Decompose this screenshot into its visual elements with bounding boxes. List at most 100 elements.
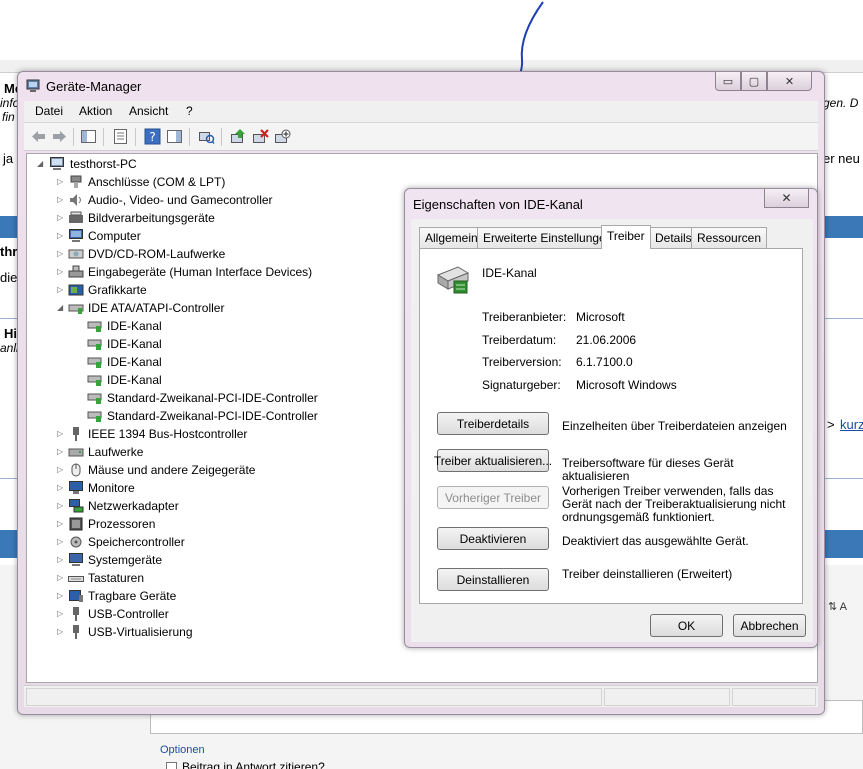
expand-arrow-icon[interactable]: ▷: [57, 605, 66, 623]
menu-ansicht[interactable]: Ansicht: [129, 104, 168, 118]
properties-dialog[interactable]: Eigenschaften von IDE-Kanal ✕ Allgemein …: [404, 188, 818, 648]
bg-text-ja: ja: [3, 151, 14, 166]
portable-device-icon: [69, 590, 83, 602]
tree-label: IDE-Kanal: [107, 355, 162, 369]
status-cell: [26, 688, 602, 706]
bg-options-legend: Optionen: [160, 744, 205, 756]
properties-icon[interactable]: [112, 128, 129, 145]
tree-label: Eingabegeräte (Human Interface Devices): [88, 265, 313, 279]
rollback-driver-button[interactable]: Vorheriger Treiber: [437, 486, 549, 509]
tree-label: Systemgeräte: [88, 553, 163, 567]
uninstall-icon[interactable]: [252, 128, 269, 145]
scan-hardware-icon[interactable]: [198, 128, 215, 145]
tree-label: Prozessoren: [88, 517, 156, 531]
collapse-arrow-icon[interactable]: ◢: [57, 299, 66, 317]
tab-allgemein[interactable]: Allgemein: [419, 227, 484, 248]
computer-icon: [50, 157, 64, 170]
ide-channel-icon: [87, 357, 102, 368]
menu-bar: Datei Aktion Ansicht ?: [24, 101, 818, 123]
forward-arrow-icon[interactable]: [51, 128, 68, 145]
dvd-drive-icon: [68, 249, 84, 259]
bg-text-thr: thr: [0, 244, 18, 259]
toolbar-separator: [103, 128, 104, 146]
uninstall-button[interactable]: Deinstallieren: [437, 568, 549, 591]
tree-label: Tragbare Geräte: [88, 589, 177, 603]
expand-arrow-icon[interactable]: ▷: [57, 173, 66, 191]
tree-label: IDE-Kanal: [107, 319, 162, 333]
expand-arrow-icon[interactable]: ▷: [57, 227, 66, 245]
digital-signer-value: Microsoft Windows: [576, 378, 677, 392]
tree-label: Monitore: [88, 481, 135, 495]
expand-arrow-icon[interactable]: ▷: [57, 515, 66, 533]
close-button[interactable]: ✕: [767, 72, 812, 91]
bg-quote-label: Beitrag in Antwort zitieren?: [182, 760, 325, 769]
disable-button[interactable]: Deaktivieren: [437, 527, 549, 550]
bg-text-right-neu: er neu: [823, 151, 860, 166]
computer-name: testhorst-PC: [70, 157, 137, 171]
mouse-icon: [71, 463, 81, 477]
bg-sort-icon[interactable]: ⇅ A: [828, 600, 847, 613]
expand-arrow-icon[interactable]: ▷: [57, 497, 66, 515]
expand-arrow-icon[interactable]: ▷: [57, 209, 66, 227]
driver-provider-label: Treiberanbieter:: [482, 310, 567, 324]
bg-quote-checkbox[interactable]: [166, 762, 177, 769]
expand-arrow-icon[interactable]: ▷: [57, 443, 66, 461]
dialog-close-button[interactable]: ✕: [764, 189, 809, 208]
driver-provider-value: Microsoft: [576, 310, 625, 324]
back-arrow-icon[interactable]: [30, 128, 47, 145]
maximize-button[interactable]: ▢: [741, 72, 767, 91]
expand-arrow-icon[interactable]: ▷: [57, 587, 66, 605]
collapse-arrow-icon[interactable]: ◢: [37, 155, 46, 173]
tree-label: Standard-Zweikanal-PCI-IDE-Controller: [107, 391, 318, 405]
expand-arrow-icon[interactable]: ▷: [57, 191, 66, 209]
tab-erweiterte-einstellungen[interactable]: Erweiterte Einstellungen: [477, 227, 619, 248]
expand-arrow-icon[interactable]: ▷: [57, 569, 66, 587]
tree-label: Standard-Zweikanal-PCI-IDE-Controller: [107, 409, 318, 423]
tab-ressourcen[interactable]: Ressourcen: [691, 227, 768, 248]
driver-tab-panel: IDE-Kanal Treiberanbieter: Microsoft Tre…: [419, 248, 803, 604]
toolbar-separator: [189, 128, 190, 146]
monitor-icon: [69, 481, 83, 494]
expand-arrow-icon[interactable]: ▷: [57, 263, 66, 281]
port-icon: [70, 175, 82, 188]
disable-device-icon[interactable]: [274, 128, 291, 145]
dialog-body: Allgemein Erweiterte Einstellungen Treib…: [411, 219, 813, 642]
expand-arrow-icon[interactable]: ▷: [57, 533, 66, 551]
driver-details-button[interactable]: Treiberdetails: [437, 412, 549, 435]
tree-label: IDE-Kanal: [107, 373, 162, 387]
action-pane-icon[interactable]: [166, 128, 183, 145]
minimize-button[interactable]: ▭: [715, 72, 741, 91]
toolbar: ?: [24, 123, 818, 151]
driver-version-value: 6.1.7100.0: [576, 355, 633, 369]
ide-channel-icon: [87, 393, 102, 404]
expand-arrow-icon[interactable]: ▷: [57, 551, 66, 569]
scanner-icon: [69, 211, 83, 223]
update-driver-icon[interactable]: [230, 128, 247, 145]
tab-treiber[interactable]: Treiber: [601, 225, 651, 249]
tree-label: Speichercontroller: [88, 535, 185, 549]
expand-arrow-icon[interactable]: ▷: [57, 461, 66, 479]
show-hide-tree-icon[interactable]: [80, 128, 97, 145]
toolbar-separator: [135, 128, 136, 146]
menu-datei[interactable]: Datei: [35, 104, 63, 118]
expand-arrow-icon[interactable]: ▷: [57, 281, 66, 299]
cancel-button[interactable]: Abbrechen: [733, 614, 806, 637]
tree-label: Mäuse und andere Zeigegeräte: [88, 463, 256, 477]
bg-text-die: die: [0, 270, 18, 285]
expand-arrow-icon[interactable]: ▷: [57, 623, 66, 641]
bg-link-kurz[interactable]: kurz: [840, 417, 863, 432]
update-driver-button[interactable]: Treiber aktualisieren...: [434, 449, 552, 472]
storage-controller-icon: [70, 536, 82, 548]
menu-help[interactable]: ?: [186, 104, 193, 118]
menu-aktion[interactable]: Aktion: [79, 104, 112, 118]
disk-drive-icon: [68, 448, 84, 457]
ok-button[interactable]: OK: [650, 614, 723, 637]
tree-label: Anschlüsse (COM & LPT): [88, 175, 226, 189]
driver-date-value: 21.06.2006: [576, 333, 637, 347]
expand-arrow-icon[interactable]: ▷: [57, 425, 66, 443]
expand-arrow-icon[interactable]: ▷: [57, 245, 66, 263]
expand-arrow-icon[interactable]: ▷: [57, 479, 66, 497]
help-icon[interactable]: ?: [144, 128, 161, 145]
status-bar: [24, 685, 818, 707]
ide-channel-icon: [87, 339, 102, 350]
